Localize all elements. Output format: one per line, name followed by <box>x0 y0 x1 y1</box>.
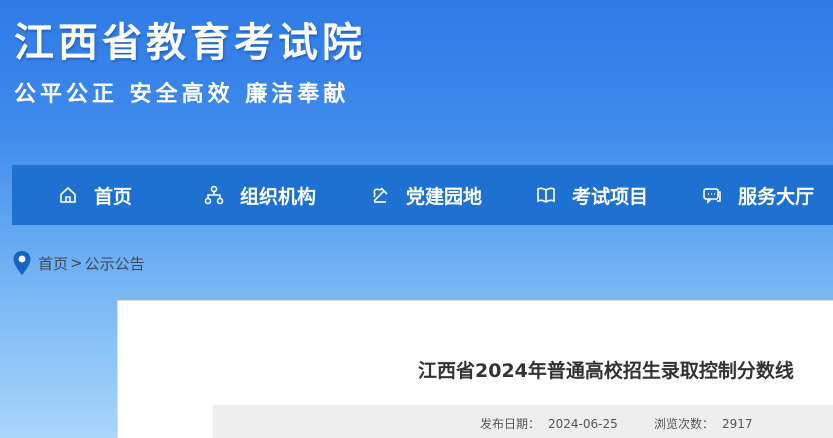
main-nav: 首页 组织机构 党建园地 考试项目 服务大厅 <box>12 165 833 225</box>
article-container: 江西省2024年普通高校招生录取控制分数线 发布日期： 2024-06-25 浏览… <box>117 300 833 438</box>
nav-item-label: 首页 <box>94 185 133 208</box>
view-count-label: 浏览次数： <box>654 417 715 431</box>
view-count: 浏览次数： 2917 <box>654 415 753 432</box>
nav-item-exam-projects[interactable]: 考试项目 <box>536 165 648 225</box>
nav-item-label: 组织机构 <box>240 185 317 208</box>
book-icon <box>537 187 555 203</box>
nav-item-organization[interactable]: 组织机构 <box>204 165 316 225</box>
location-pin-icon <box>13 251 31 275</box>
org-chart-icon <box>204 185 224 205</box>
home-icon <box>60 186 76 203</box>
breadcrumb: 首页 > 公示公告 <box>12 250 145 276</box>
article-title: 江西省2024年普通高校招生录取控制分数线 <box>418 360 794 382</box>
breadcrumb-home-link[interactable]: 首页 <box>38 253 68 274</box>
nav-item-label: 考试项目 <box>572 185 649 208</box>
publish-date: 发布日期： 2024-06-25 <box>480 415 618 432</box>
service-chat-icon <box>703 188 721 204</box>
nav-item-home[interactable]: 首页 <box>58 165 132 225</box>
breadcrumb-current-link[interactable]: 公示公告 <box>85 253 145 274</box>
nav-item-label: 党建园地 <box>406 185 483 208</box>
nav-item-service-hall[interactable]: 服务大厅 <box>702 165 814 225</box>
breadcrumb-separator: > <box>70 254 83 272</box>
publish-date-value: 2024-06-25 <box>548 417 618 431</box>
site-title[interactable]: 江西省教育考试院 <box>14 16 366 70</box>
view-count-value: 2917 <box>722 417 753 431</box>
nav-item-party-building[interactable]: 党建园地 <box>370 165 482 225</box>
article-meta-bar: 发布日期： 2024-06-25 浏览次数： 2917 <box>213 405 833 438</box>
nav-item-label: 服务大厅 <box>738 185 815 208</box>
site-slogan: 公平公正 安全高效 廉洁奉献 <box>14 82 350 107</box>
publish-date-label: 发布日期： <box>480 417 541 431</box>
party-building-icon <box>373 187 388 203</box>
site-header: 江西省教育考试院 公平公正 安全高效 廉洁奉献 <box>0 0 833 165</box>
